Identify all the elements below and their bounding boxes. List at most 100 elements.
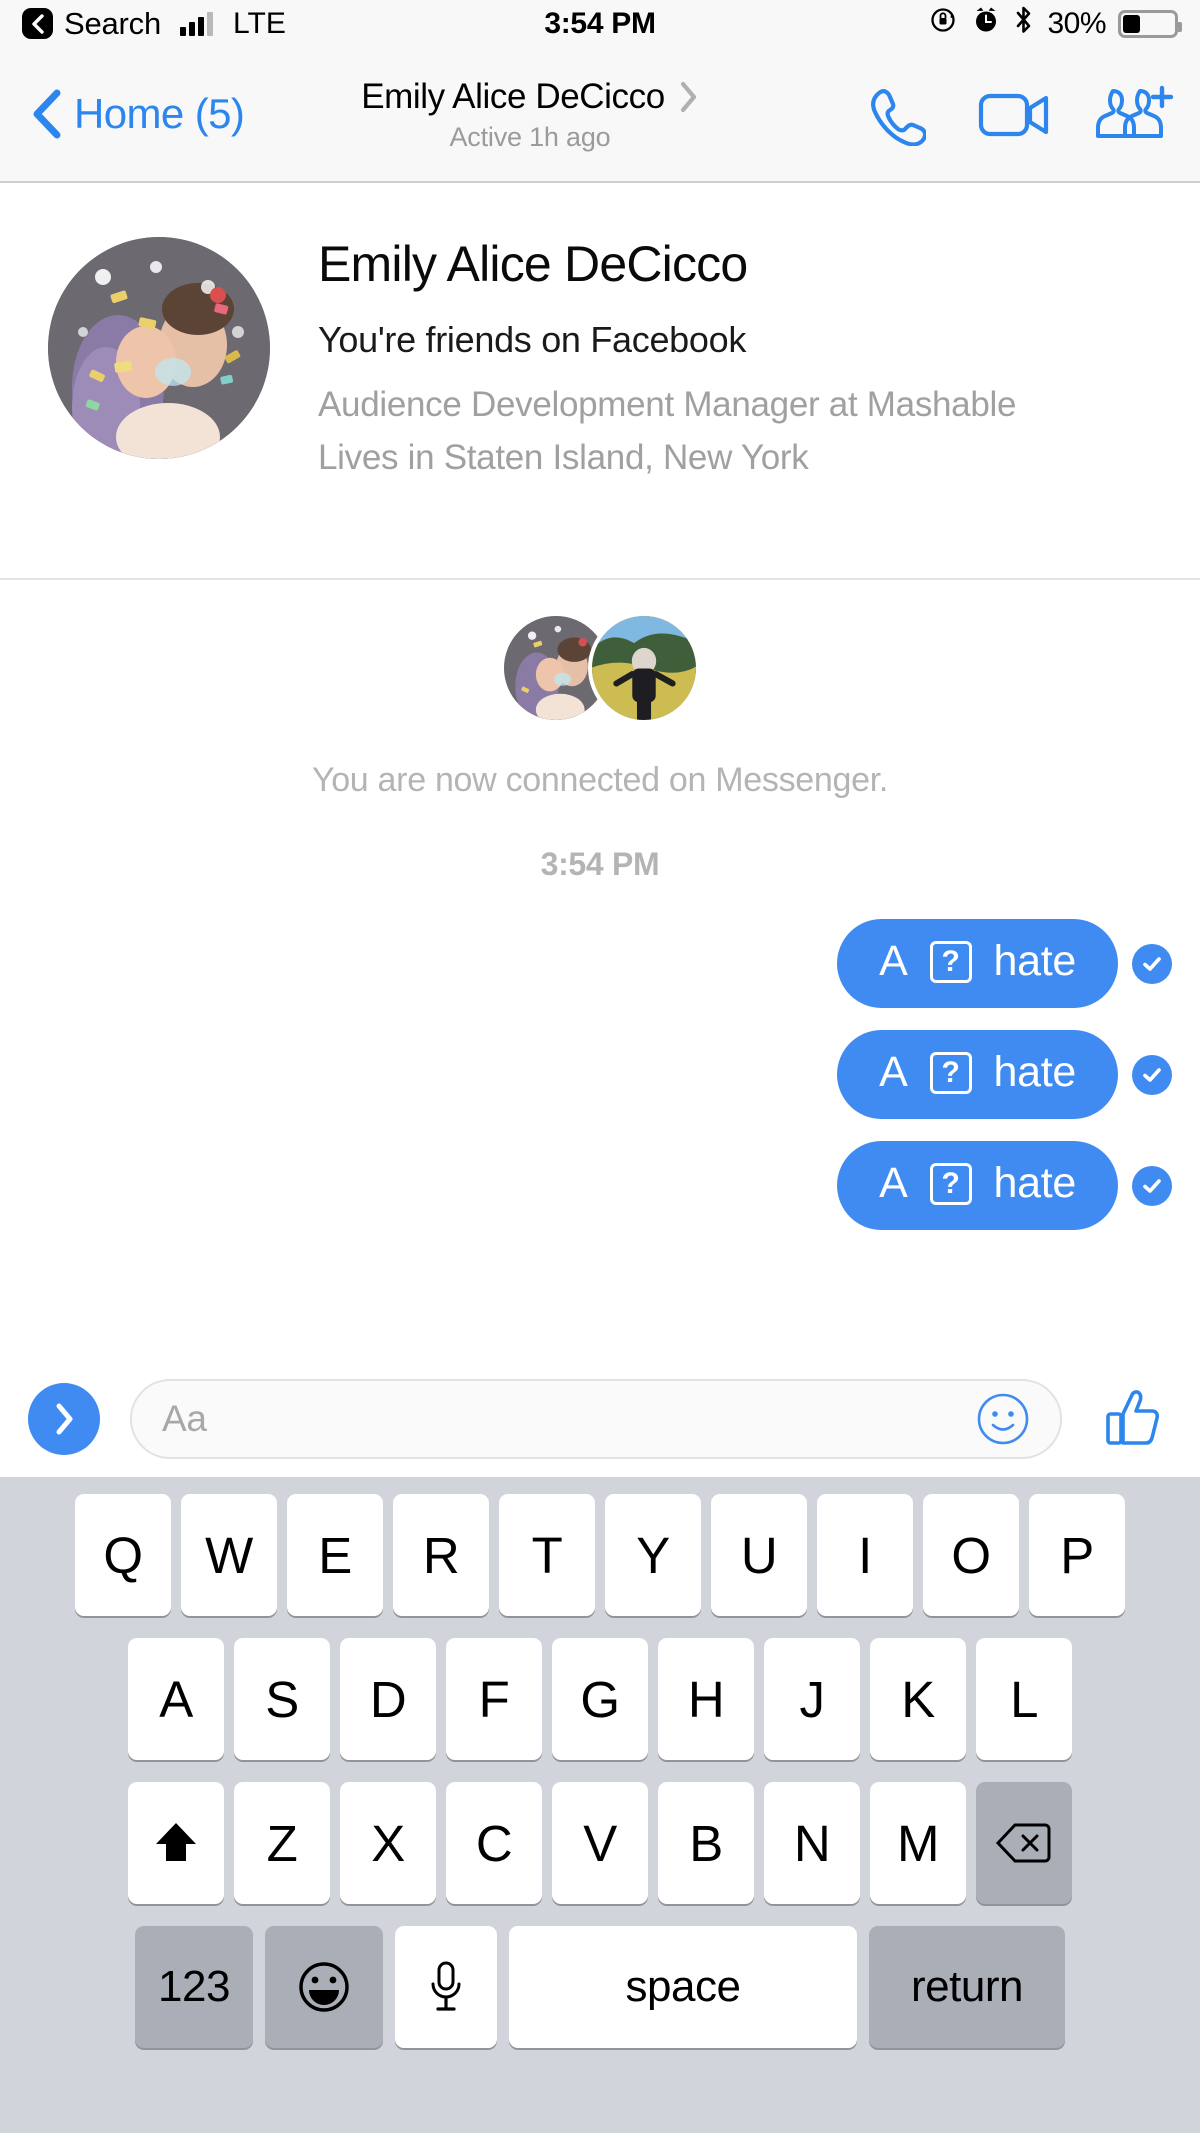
key-f[interactable]: F (446, 1638, 542, 1760)
phone-call-icon[interactable] (850, 75, 940, 155)
delivered-check-icon (1132, 1165, 1172, 1206)
video-camera-icon[interactable] (970, 75, 1060, 155)
shift-arrow-icon (156, 1823, 196, 1861)
message-input[interactable]: Aa (130, 1378, 1062, 1459)
connected-notice: You are now connected on Messenger. (311, 761, 889, 799)
battery-percent-label: 30% (1047, 6, 1106, 40)
message-bubble[interactable]: A ? hate (837, 1141, 1118, 1230)
key-w[interactable]: W (181, 1494, 277, 1616)
key-c[interactable]: C (446, 1782, 542, 1904)
key-e[interactable]: E (287, 1494, 383, 1616)
chevron-left-icon (33, 89, 61, 139)
conversation-title-row: Emily Alice DeCicco (361, 77, 699, 117)
alarm-clock-icon (971, 5, 1001, 43)
missing-glyph-icon: ? (929, 940, 972, 983)
message-row: A ? hate (0, 1141, 1172, 1230)
keyboard-row-3: Z X C V B N M (0, 1782, 1200, 1904)
bluetooth-icon (1013, 4, 1035, 44)
messenger-conversation-screen: Search LTE 3:54 PM 30% Home (5) Emily Al… (0, 0, 1200, 2133)
chevron-right-icon (56, 1403, 73, 1434)
message-bubble[interactable]: A ? hate (837, 919, 1118, 1008)
avatar[interactable] (48, 237, 270, 459)
key-k[interactable]: K (870, 1638, 966, 1760)
carrier-label: LTE (233, 6, 286, 40)
shift-key[interactable] (128, 1782, 224, 1904)
profile-relationship: You're friends on Facebook (318, 319, 747, 360)
rotation-lock-icon (929, 5, 959, 43)
add-people-icon[interactable] (1090, 75, 1180, 155)
thread-timestamp: 3:54 PM (540, 846, 660, 882)
key-p[interactable]: P (1029, 1494, 1125, 1616)
key-v[interactable]: V (552, 1782, 648, 1904)
battery-icon (1118, 9, 1182, 38)
profile-location: Lives in Staten Island, New York (318, 437, 809, 477)
profile-work: Audience Development Manager at Mashable (318, 385, 1017, 424)
keyboard-row-4: 123 space return (0, 1926, 1200, 2048)
key-b[interactable]: B (658, 1782, 754, 1904)
conversation-title-button[interactable]: Emily Alice DeCicco Active 1h ago (290, 47, 770, 183)
expand-actions-button[interactable] (28, 1382, 100, 1455)
key-q[interactable]: Q (75, 1494, 171, 1616)
key-a[interactable]: A (128, 1638, 224, 1760)
smiley-face-icon[interactable] (976, 1392, 1030, 1446)
message-bubble[interactable]: A ? hate (837, 1030, 1118, 1119)
back-chevron-icon[interactable] (22, 8, 53, 39)
message-input-placeholder: Aa (162, 1397, 207, 1439)
key-t[interactable]: T (499, 1494, 595, 1616)
backspace-key[interactable] (976, 1782, 1072, 1904)
message-prefix: A (879, 1159, 908, 1207)
message-text: hate (993, 1048, 1077, 1096)
message-list: A ? hate A ? hate A ? hate (0, 919, 1200, 1230)
key-z[interactable]: Z (234, 1782, 330, 1904)
key-s[interactable]: S (234, 1638, 330, 1760)
key-m[interactable]: M (870, 1782, 966, 1904)
message-text: hate (993, 937, 1077, 985)
back-label: Home (5) (74, 90, 245, 137)
message-thread: You are now connected on Messenger. 3:54… (0, 582, 1200, 1360)
message-row: A ? hate (0, 919, 1172, 1008)
key-n[interactable]: N (764, 1782, 860, 1904)
delivered-check-icon (1132, 943, 1172, 984)
dictation-key[interactable] (395, 1926, 497, 2048)
key-j[interactable]: J (764, 1638, 860, 1760)
profile-name: Emily Alice DeCicco (318, 236, 748, 292)
status-bar-right: 30% (929, 4, 1182, 44)
profile-header: Emily Alice DeCicco You're friends on Fa… (0, 183, 1200, 580)
conversation-title: Emily Alice DeCicco (361, 77, 665, 116)
avatar-self (588, 612, 700, 724)
thumbs-up-icon[interactable] (1096, 1381, 1172, 1457)
key-i[interactable]: I (817, 1494, 913, 1616)
backspace-icon (995, 1823, 1051, 1863)
status-bar-left: Search LTE (22, 6, 286, 42)
navigation-bar: Home (5) Emily Alice DeCicco Active 1h a… (0, 47, 1200, 183)
key-l[interactable]: L (976, 1638, 1072, 1760)
status-back-app-label[interactable]: Search (64, 6, 161, 42)
delivered-check-icon (1132, 1054, 1172, 1095)
key-u[interactable]: U (711, 1494, 807, 1616)
numbers-key[interactable]: 123 (135, 1926, 253, 2048)
message-composer: Aa (0, 1360, 1200, 1477)
key-x[interactable]: X (340, 1782, 436, 1904)
nav-action-group (850, 47, 1180, 183)
key-y[interactable]: Y (605, 1494, 701, 1616)
missing-glyph-icon: ? (929, 1051, 972, 1094)
message-prefix: A (879, 937, 908, 985)
key-r[interactable]: R (393, 1494, 489, 1616)
key-g[interactable]: G (552, 1638, 648, 1760)
space-key[interactable]: space (509, 1926, 857, 2048)
emoji-face-icon (299, 1962, 349, 2012)
key-o[interactable]: O (923, 1494, 1019, 1616)
back-to-home-button[interactable]: Home (5) (0, 88, 245, 140)
profile-info: Emily Alice DeCicco You're friends on Fa… (318, 223, 1016, 481)
message-prefix: A (879, 1048, 908, 1096)
status-bar: Search LTE 3:54 PM 30% (0, 0, 1200, 47)
chevron-right-icon (680, 81, 696, 113)
emoji-key[interactable] (265, 1926, 383, 2048)
return-key[interactable]: return (869, 1926, 1065, 2048)
key-h[interactable]: H (658, 1638, 754, 1760)
missing-glyph-icon: ? (929, 1162, 972, 1205)
key-d[interactable]: D (340, 1638, 436, 1760)
conversation-active-status: Active 1h ago (449, 122, 611, 152)
message-text: hate (993, 1159, 1077, 1207)
keyboard-row-2: A S D F G H J K L (0, 1638, 1200, 1760)
